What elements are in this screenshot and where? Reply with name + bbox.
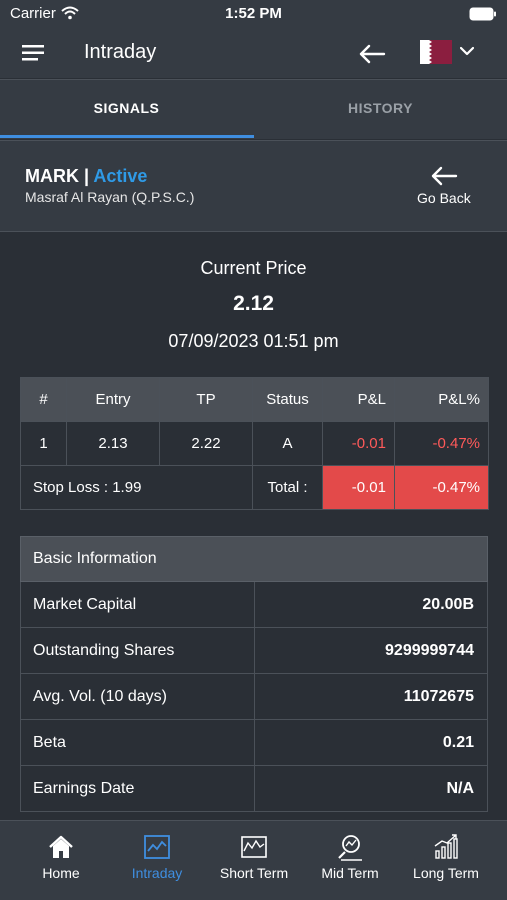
basic-information-card: Basic Information Market Capital 20.00B … — [20, 536, 488, 812]
col-header-num: # — [20, 377, 67, 422]
bottom-nav-label: Long Term — [413, 865, 479, 881]
total-label: Total : — [252, 465, 323, 510]
status-bar: Carrier 1:52 PM — [0, 0, 507, 28]
stop-loss-label: Stop Loss : 1.99 — [20, 465, 253, 510]
col-header-status: Status — [252, 377, 323, 422]
short-term-chart-icon — [241, 836, 267, 858]
cell-entry: 2.13 — [66, 421, 160, 466]
cell-num: 1 — [20, 421, 67, 466]
back-arrow-icon[interactable] — [358, 43, 386, 65]
info-label: Outstanding Shares — [33, 642, 175, 659]
bottom-nav-short-term[interactable]: Short Term — [204, 821, 304, 900]
current-price-value: 2.12 — [233, 292, 274, 315]
bottom-nav-mid-term[interactable]: Mid Term — [300, 821, 400, 900]
bottom-nav-label: Intraday — [131, 865, 183, 881]
nav-bar: Intraday — [0, 28, 507, 78]
info-row-beta: Beta 0.21 — [20, 720, 488, 766]
status-time: 1:52 PM — [225, 5, 282, 22]
page-title: Intraday — [84, 41, 157, 63]
info-row-avg-vol: Avg. Vol. (10 days) 11072675 — [20, 674, 488, 720]
basic-information-title: Basic Information — [20, 536, 488, 582]
chevron-down-icon[interactable] — [460, 46, 474, 56]
stock-symbol-line: MARK | Active — [25, 166, 147, 187]
stock-status: Active — [93, 166, 148, 186]
menu-icon[interactable] — [22, 44, 44, 62]
stock-symbol: MARK — [25, 166, 79, 186]
info-label: Earnings Date — [33, 780, 135, 797]
info-value: N/A — [446, 780, 474, 797]
flag-icon[interactable] — [420, 40, 452, 64]
info-divider — [254, 628, 255, 673]
signal-table: # Entry TP Status P&L P&L% 1 2.13 2.22 A… — [20, 377, 489, 510]
bottom-nav-home[interactable]: Home — [11, 821, 111, 900]
cell-pl: -0.01 — [322, 421, 395, 466]
info-divider — [254, 720, 255, 765]
mid-term-analysis-icon — [338, 835, 362, 861]
battery-icon — [469, 7, 496, 21]
table-row: 1 2.13 2.22 A -0.01 -0.47% — [20, 421, 489, 466]
bottom-nav-long-term[interactable]: Long Term — [396, 821, 496, 900]
info-value: 9299999744 — [385, 642, 474, 659]
tab-history[interactable]: HISTORY — [254, 79, 507, 139]
go-back-arrow-icon[interactable] — [430, 165, 458, 187]
tab-signals[interactable]: SIGNALS — [0, 79, 253, 139]
stock-header: MARK | Active Masraf Al Rayan (Q.P.S.C.)… — [0, 140, 507, 232]
tab-bar: SIGNALS HISTORY — [0, 79, 507, 139]
tab-active-indicator — [0, 135, 254, 138]
col-header-entry: Entry — [66, 377, 160, 422]
stock-name: Masraf Al Rayan (Q.P.S.C.) — [25, 189, 195, 205]
total-pl: -0.01 — [322, 465, 395, 510]
col-header-pl: P&L — [322, 377, 395, 422]
cell-status: A — [252, 421, 323, 466]
info-value: 0.21 — [442, 734, 474, 751]
bottom-tab-bar: Home Intraday Short Term Mid Term Long T… — [0, 820, 507, 900]
info-divider — [254, 674, 255, 719]
bottom-nav-label: Short Term — [219, 865, 289, 881]
long-term-chart-icon — [434, 834, 458, 859]
info-row-earnings-date: Earnings Date N/A — [20, 766, 488, 812]
bottom-nav-label: Mid Term — [321, 865, 379, 881]
table-total-row: Stop Loss : 1.99 Total : -0.01 -0.47% — [20, 465, 489, 510]
table-header-row: # Entry TP Status P&L P&L% — [20, 377, 489, 422]
info-label: Avg. Vol. (10 days) — [33, 688, 167, 705]
cell-tp: 2.22 — [159, 421, 253, 466]
home-icon — [49, 835, 73, 858]
bottom-nav-label: Home — [42, 865, 80, 881]
current-price-label: Current Price — [200, 258, 307, 278]
info-value: 11072675 — [403, 688, 474, 705]
stock-separator: | — [79, 166, 94, 186]
info-divider — [254, 766, 255, 811]
info-row-outstanding-shares: Outstanding Shares 9299999744 — [20, 628, 488, 674]
info-label: Beta — [33, 734, 66, 751]
bottom-nav-intraday[interactable]: Intraday — [107, 821, 207, 900]
intraday-chart-icon — [144, 835, 170, 859]
price-timestamp: 07/09/2023 01:51 pm — [168, 331, 339, 351]
info-value: 20.00B — [422, 596, 474, 613]
cell-pl-pct: -0.47% — [394, 421, 489, 466]
col-header-pl-pct: P&L% — [394, 377, 489, 422]
go-back-button[interactable]: Go Back — [417, 190, 471, 206]
col-header-tp: TP — [159, 377, 253, 422]
info-row-market-capital: Market Capital 20.00B — [20, 582, 488, 628]
info-divider — [254, 582, 255, 627]
info-label: Market Capital — [33, 596, 137, 613]
total-pl-pct: -0.47% — [394, 465, 489, 510]
